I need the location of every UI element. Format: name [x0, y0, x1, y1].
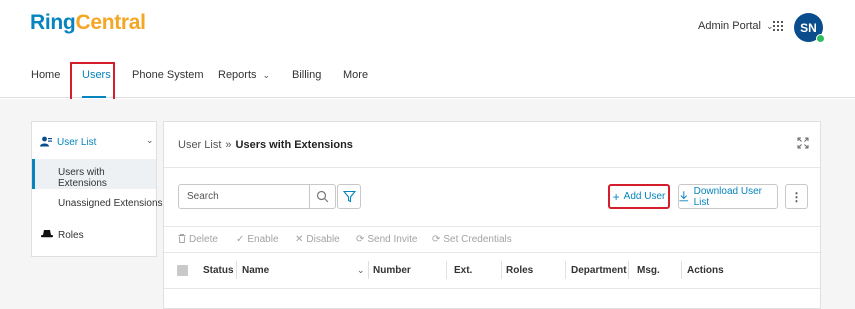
presence-status-icon: [816, 34, 825, 43]
set-credentials-action[interactable]: ⟳ Set Credentials: [432, 234, 512, 245]
refresh-icon: ⟳: [432, 234, 441, 245]
filter-button[interactable]: [337, 184, 361, 209]
enable-action-label: Enable: [247, 234, 279, 245]
avatar[interactable]: SN: [794, 13, 825, 43]
column-header-name[interactable]: Name: [242, 265, 269, 276]
top-bar: RingCentral Admin Portal ⌄ SN: [0, 0, 855, 52]
divider: [164, 288, 820, 289]
send-invite-action[interactable]: ⟳ Send Invite: [356, 234, 417, 245]
sort-chevron-down-icon[interactable]: ⌄: [357, 265, 365, 276]
user-list-icon: [40, 136, 52, 147]
chevron-down-icon: ⌄: [262, 70, 271, 80]
divider: [164, 252, 820, 253]
sidebar: User List ⌄ Users with Extensions Unassi…: [31, 121, 163, 257]
breadcrumb: User List » Users with Extensions: [178, 139, 353, 151]
avatar-initials: SN: [800, 20, 817, 35]
column-separator: [681, 261, 682, 279]
breadcrumb-separator: »: [225, 139, 232, 151]
main-nav: Home Users Phone System Reports ⌄ Billing…: [0, 52, 855, 98]
plus-icon: +: [612, 189, 620, 204]
add-user-label: Add User: [623, 191, 666, 202]
sidebar-item-user-list-label: User List: [57, 137, 97, 148]
x-icon: ✕: [295, 234, 304, 245]
chevron-down-icon: ⌄: [146, 135, 154, 145]
nav-reports[interactable]: Reports ⌄: [218, 69, 270, 81]
check-icon: ✓: [236, 234, 245, 245]
column-separator: [501, 261, 502, 279]
column-header-roles[interactable]: Roles: [506, 265, 533, 276]
search-input[interactable]: [179, 185, 309, 208]
column-header-msg[interactable]: Msg.: [637, 265, 660, 276]
column-header-number[interactable]: Number: [373, 265, 411, 276]
search-icon[interactable]: [316, 190, 329, 203]
nav-home[interactable]: Home: [31, 69, 60, 81]
admin-portal-menu[interactable]: Admin Portal ⌄: [698, 20, 774, 32]
kebab-icon: ⋮: [790, 189, 803, 204]
nav-billing[interactable]: Billing: [292, 69, 321, 81]
enable-action[interactable]: ✓ Enable: [236, 234, 279, 245]
logo-text-central: Central: [75, 11, 146, 34]
add-user-button[interactable]: + Add User: [608, 184, 670, 209]
grid-icon[interactable]: [773, 21, 783, 31]
trash-icon: [178, 234, 186, 243]
nav-reports-label: Reports: [218, 69, 257, 81]
roles-icon: [41, 230, 53, 238]
column-separator: [446, 261, 447, 279]
delete-action[interactable]: Delete: [178, 234, 218, 245]
more-options-button[interactable]: ⋮: [785, 184, 808, 209]
users-panel: User List »Users with Extensions +Add Use…: [163, 121, 821, 309]
search-divider: [309, 185, 310, 208]
column-header-actions: Actions: [687, 265, 724, 276]
sidebar-item-users-with-extensions[interactable]: Users with Extensions: [32, 159, 156, 189]
sidebar-item-users-with-extensions-label: Users with Extensions: [58, 167, 107, 189]
search-box: [178, 184, 336, 209]
column-header-ext[interactable]: Ext.: [454, 265, 472, 276]
disable-action-label: Disable: [306, 234, 340, 245]
disable-action[interactable]: ✕ Disable: [295, 234, 340, 245]
sidebar-item-user-list[interactable]: User List ⌄: [40, 135, 154, 148]
page-title: Users with Extensions: [235, 139, 353, 151]
column-separator: [236, 261, 237, 279]
column-separator: [565, 261, 566, 279]
breadcrumb-parent[interactable]: User List: [178, 139, 221, 151]
sidebar-item-roles-label: Roles: [58, 230, 84, 241]
download-icon: [679, 191, 689, 202]
filter-icon: [343, 190, 356, 203]
logo-text-ring: Ring: [30, 11, 76, 34]
sidebar-item-roles[interactable]: Roles: [41, 230, 165, 241]
column-header-status[interactable]: Status: [203, 265, 234, 276]
divider: [164, 167, 820, 168]
users-active-indicator: [82, 96, 106, 98]
refresh-icon: ⟳: [356, 234, 365, 245]
admin-portal-label: Admin Portal: [698, 20, 761, 32]
nav-phone-system[interactable]: Phone System: [132, 69, 204, 81]
download-user-list-button[interactable]: Download User List: [678, 184, 778, 209]
column-header-department[interactable]: Department: [571, 265, 627, 276]
expand-icon[interactable]: [797, 137, 809, 149]
select-all-checkbox[interactable]: [177, 265, 188, 276]
sidebar-item-unassigned-extensions-label: Unassigned Extensions: [58, 198, 163, 209]
column-separator: [628, 261, 629, 279]
divider: [164, 226, 820, 227]
ringcentral-logo[interactable]: RingCentral: [30, 11, 146, 35]
set-credentials-action-label: Set Credentials: [443, 234, 512, 245]
send-invite-action-label: Send Invite: [367, 234, 418, 245]
nav-more[interactable]: More: [343, 69, 368, 81]
delete-action-label: Delete: [189, 234, 218, 245]
download-user-list-label: Download User List: [693, 185, 762, 208]
column-separator: [368, 261, 369, 279]
